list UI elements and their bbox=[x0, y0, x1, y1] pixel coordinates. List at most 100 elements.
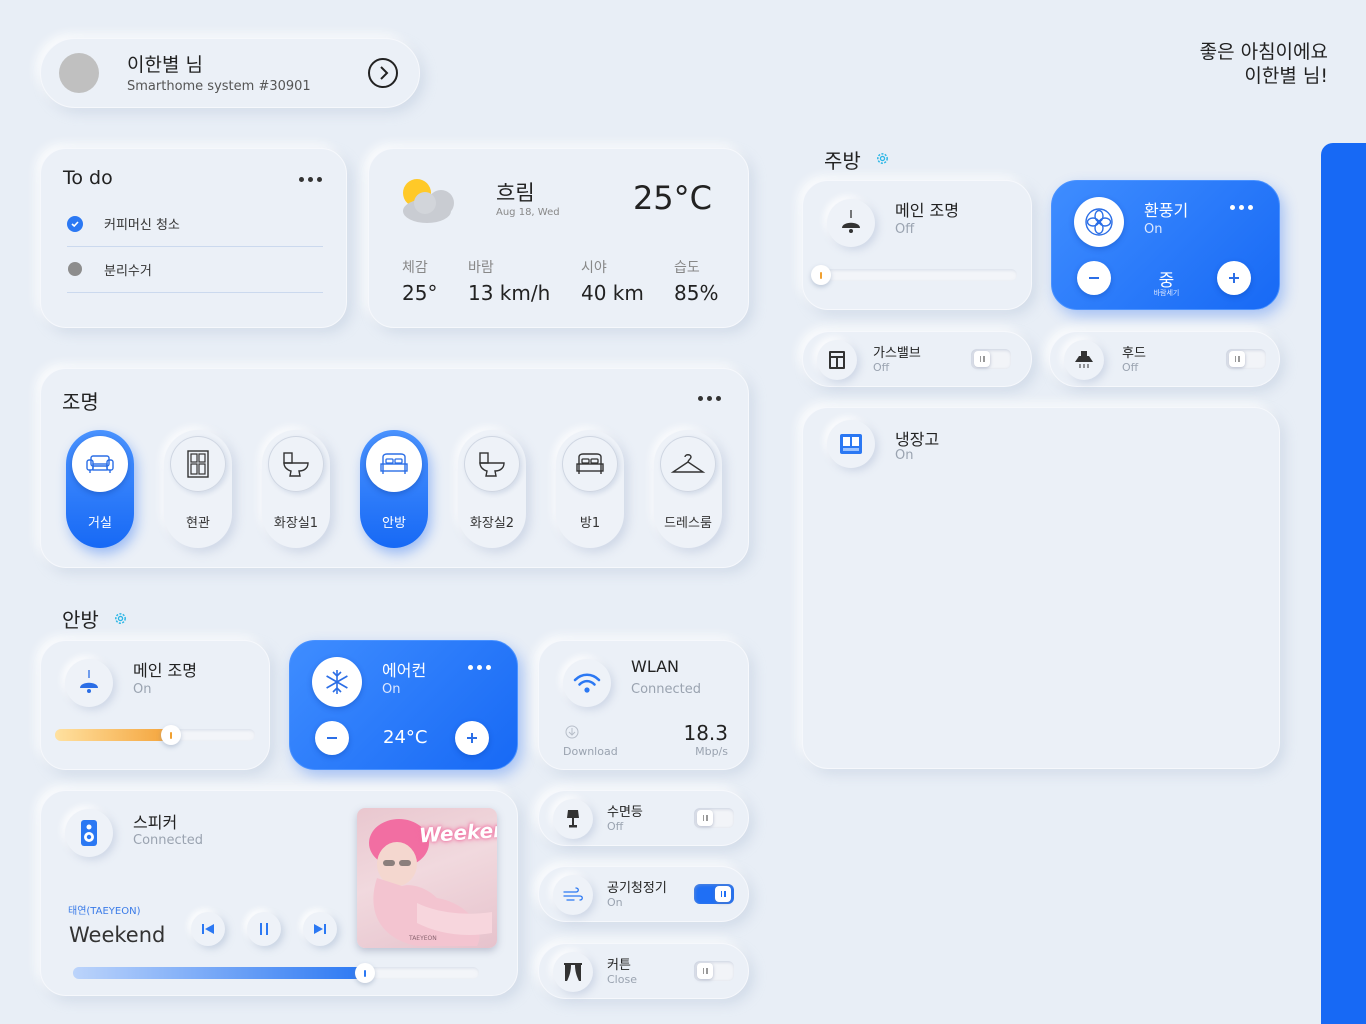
user-name: 이한별 님 bbox=[127, 54, 203, 76]
side-panel[interactable] bbox=[1321, 143, 1366, 1024]
bedroom-main-light-card: 메인 조명 On bbox=[40, 640, 270, 770]
hanger-icon bbox=[660, 436, 716, 492]
kitchen-main-light-card: 메인 조명 Off bbox=[802, 180, 1032, 310]
brightness-slider[interactable] bbox=[55, 725, 255, 745]
pause-button[interactable] bbox=[247, 912, 281, 946]
bed-icon bbox=[366, 436, 422, 492]
wind-label: 바람 bbox=[468, 260, 494, 276]
door-icon bbox=[170, 436, 226, 492]
visibility-label: 시야 bbox=[581, 260, 607, 276]
device-status: Connected bbox=[133, 833, 204, 848]
fan-icon bbox=[1074, 197, 1124, 247]
more-icon[interactable] bbox=[1230, 205, 1253, 210]
room-label: 현관 bbox=[186, 516, 210, 531]
ceiling-lamp-icon bbox=[827, 199, 875, 247]
todo-item[interactable]: 커피머신 청소 bbox=[67, 213, 323, 247]
weather-date: Aug 18, Wed bbox=[496, 207, 560, 218]
curtain-icon bbox=[553, 952, 593, 992]
stove-icon bbox=[817, 340, 857, 380]
download-label: Download bbox=[563, 745, 618, 758]
feels-like-label: 체감 bbox=[402, 260, 428, 276]
more-icon[interactable] bbox=[698, 396, 721, 401]
weather-card: 흐림 Aug 18, Wed 25°C 체감 25° 바람 13 km/h 시야… bbox=[368, 148, 749, 328]
plus-button[interactable] bbox=[455, 721, 489, 755]
wind-value: 13 km/h bbox=[468, 281, 551, 305]
fridge-icon bbox=[827, 420, 875, 468]
fan-level-label: 바람세기 bbox=[1153, 289, 1180, 297]
air-purifier-toggle[interactable] bbox=[694, 884, 734, 904]
room-button-entrance[interactable]: 현관 bbox=[164, 430, 232, 548]
room-label: 화장실1 bbox=[273, 516, 319, 531]
aircon-temperature: 24°C bbox=[383, 727, 428, 748]
hood-toggle[interactable] bbox=[1226, 349, 1266, 369]
room-button-bathroom1[interactable]: 화장실1 bbox=[262, 430, 330, 548]
humidity-label: 습도 bbox=[674, 260, 700, 276]
checked-icon[interactable] bbox=[67, 216, 83, 232]
plus-button[interactable] bbox=[1217, 261, 1251, 295]
user-card[interactable]: 이한별 님 Smarthome system #30901 bbox=[40, 38, 420, 108]
range-hood-icon bbox=[1064, 340, 1104, 380]
todo-item[interactable]: 분리수거 bbox=[67, 259, 323, 293]
room-button-living[interactable]: 거실 bbox=[66, 430, 134, 548]
device-name: 후드 bbox=[1122, 346, 1146, 361]
sleep-light-toggle[interactable] bbox=[694, 808, 734, 828]
room-label: 화장실2 bbox=[469, 516, 515, 531]
progress-knob[interactable] bbox=[355, 963, 376, 983]
toilet-icon bbox=[268, 436, 324, 492]
room-label: 안방 bbox=[382, 516, 406, 531]
download-unit: Mbp/s bbox=[695, 745, 728, 758]
ceiling-lamp-icon bbox=[65, 659, 113, 707]
sleep-light-card: 수면등 Off bbox=[538, 790, 749, 846]
more-icon[interactable] bbox=[299, 177, 322, 182]
download-icon bbox=[565, 725, 579, 739]
snowflake-icon bbox=[312, 657, 362, 707]
device-name: 환풍기 bbox=[1144, 201, 1189, 220]
hood-card: 후드 Off bbox=[1049, 331, 1280, 387]
curtain-toggle[interactable] bbox=[694, 961, 734, 981]
slider-knob[interactable] bbox=[161, 725, 181, 745]
artist-name: 태연(TAEYEON) bbox=[68, 906, 141, 917]
gas-valve-toggle[interactable] bbox=[971, 349, 1011, 369]
todo-card: To do 커피머신 청소 분리수거 bbox=[40, 148, 347, 328]
more-icon[interactable] bbox=[468, 665, 491, 670]
fridge-card: 냉장고 On bbox=[802, 407, 1280, 769]
bedroom-section-title: 안방 bbox=[62, 608, 99, 632]
room-label: 방1 bbox=[579, 516, 601, 531]
device-status: On bbox=[607, 896, 623, 909]
todo-title: To do bbox=[63, 167, 113, 189]
device-status: Close bbox=[607, 973, 637, 986]
device-status: On bbox=[1144, 222, 1163, 237]
chevron-right-icon[interactable] bbox=[368, 58, 398, 88]
previous-track-button[interactable] bbox=[191, 912, 225, 946]
device-status: Off bbox=[607, 820, 624, 833]
device-status: On bbox=[895, 448, 914, 463]
room-button-dressroom[interactable]: 드레스룸 bbox=[654, 430, 722, 548]
feels-like-value: 25° bbox=[402, 281, 438, 305]
slider-knob[interactable] bbox=[811, 265, 831, 285]
unchecked-icon[interactable] bbox=[68, 262, 82, 276]
room-button-bathroom2[interactable]: 화장실2 bbox=[458, 430, 526, 548]
room-button-master-bedroom[interactable]: 안방 bbox=[360, 430, 428, 548]
next-track-button[interactable] bbox=[303, 912, 337, 946]
system-id: Smarthome system #30901 bbox=[127, 79, 311, 94]
kitchen-section-title: 주방 bbox=[824, 149, 861, 173]
minus-button[interactable] bbox=[315, 721, 349, 755]
brightness-slider[interactable] bbox=[811, 265, 1017, 285]
weather-condition: 흐림 bbox=[496, 181, 535, 205]
sofa-icon bbox=[72, 436, 128, 492]
settings-gear-icon[interactable] bbox=[113, 611, 128, 626]
device-status: Connected bbox=[631, 682, 702, 697]
wind-icon bbox=[553, 875, 593, 915]
greeting-line-1: 좋은 아침이에요 bbox=[1199, 41, 1328, 63]
brightness-fill bbox=[55, 729, 171, 741]
track-progress-bar[interactable] bbox=[73, 963, 479, 983]
device-status: On bbox=[133, 682, 152, 697]
room-button-room1[interactable]: 방1 bbox=[556, 430, 624, 548]
gas-valve-card: 가스밸브 Off bbox=[802, 331, 1032, 387]
weather-temperature: 25°C bbox=[632, 179, 712, 217]
avatar bbox=[59, 53, 99, 93]
wifi-icon bbox=[563, 659, 611, 707]
aircon-card: 에어컨 On 24°C bbox=[289, 640, 518, 770]
settings-gear-icon[interactable] bbox=[875, 151, 890, 166]
device-name: 메인 조명 bbox=[895, 201, 959, 220]
